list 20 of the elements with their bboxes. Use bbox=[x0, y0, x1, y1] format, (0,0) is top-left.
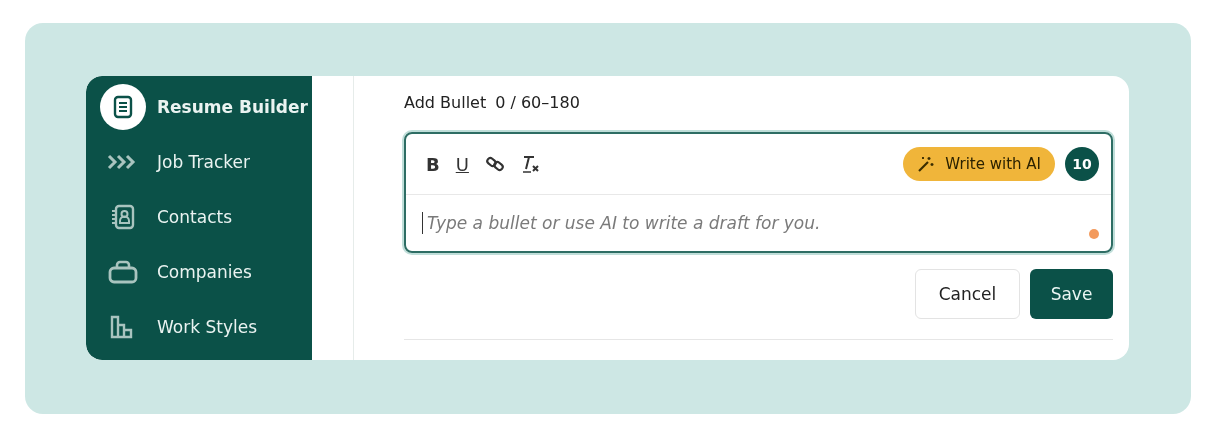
bold-button[interactable]: B bbox=[426, 153, 440, 175]
bullet-input[interactable]: Type a bullet or use AI to write a draft for you. bbox=[423, 213, 1071, 233]
sidebar-item[interactable]: Contacts bbox=[100, 195, 312, 239]
sidebar-item[interactable]: Resume Builder bbox=[100, 85, 312, 129]
sidebar-item[interactable]: Companies bbox=[100, 250, 312, 294]
underline-button[interactable]: U bbox=[455, 153, 469, 175]
save-button[interactable]: Save bbox=[1030, 269, 1113, 319]
cancel-button[interactable]: Cancel bbox=[915, 269, 1020, 319]
sidebar-item[interactable]: Work Styles bbox=[100, 305, 312, 349]
sidebar-item[interactable]: Job Tracker bbox=[100, 140, 312, 184]
field-label: Add Bullet bbox=[404, 92, 487, 112]
briefcase-icon bbox=[108, 259, 138, 285]
link-icon[interactable] bbox=[484, 154, 505, 174]
contact-book-icon bbox=[109, 203, 137, 231]
character-counter: 0 / 60–180 bbox=[495, 92, 580, 112]
credit-badge: 10 bbox=[1065, 147, 1099, 181]
document-icon bbox=[112, 95, 134, 119]
clear-format-icon[interactable] bbox=[520, 154, 541, 174]
magic-wand-icon bbox=[917, 155, 936, 173]
write-with-ai-button[interactable]: Write with AI bbox=[903, 147, 1055, 181]
